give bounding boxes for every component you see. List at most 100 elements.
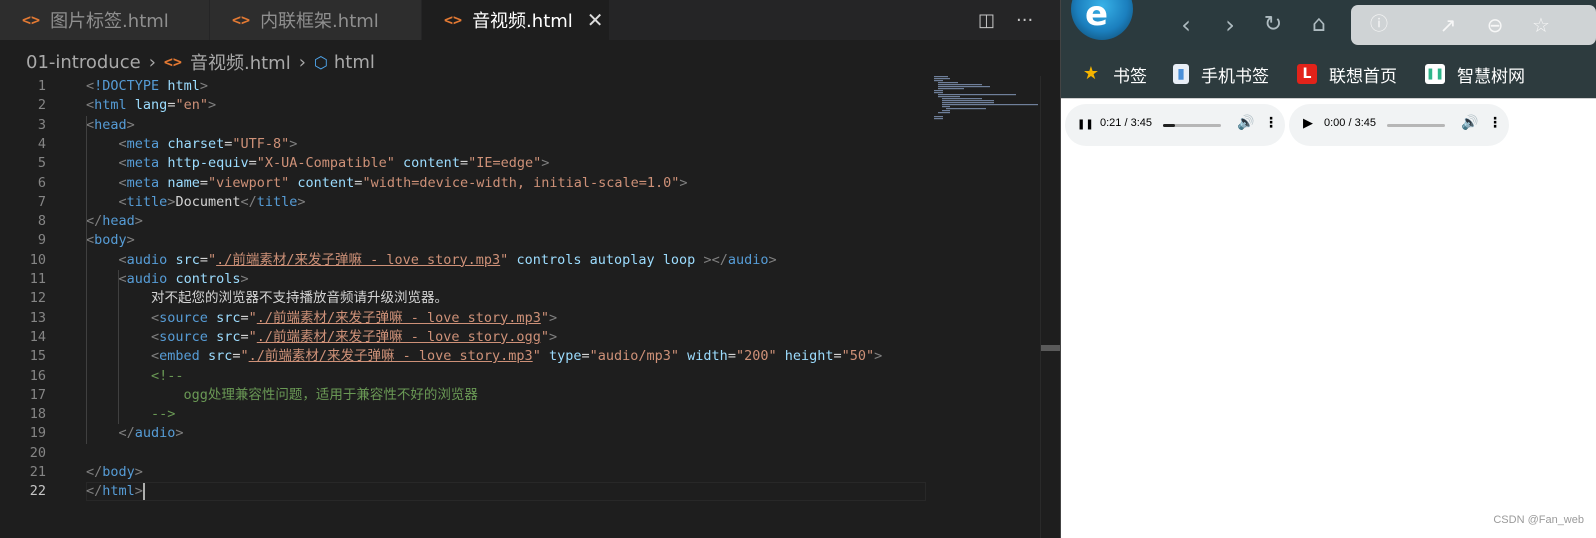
split-editor-icon[interactable]: ◫ [978,0,995,40]
home-icon[interactable]: ⌂ [1304,10,1334,40]
line-number: 13 [29,309,46,326]
code-line[interactable]: 2 <html lang="en"> [0,96,1040,115]
code-line[interactable]: 16 <!-- [0,367,1040,386]
line-text: <embed src="./前端素材/来发子弹嘛 - love story.mp… [151,348,883,365]
pause-icon[interactable]: ❚❚ [1077,119,1094,130]
more-options-icon[interactable]: ⋮ [1488,115,1502,131]
code-line[interactable]: 7 <title>Document</title> [0,193,1040,212]
line-number: 16 [29,367,46,384]
current-line-highlight [86,482,926,502]
breadcrumb: 01-introduce › <> 音视频.html › ⬡ html [26,48,375,76]
more-options-icon[interactable]: ⋮ [1264,115,1278,131]
tab-audio-video[interactable]: <> 音视频.html ✕ [422,0,610,40]
bookmark-item[interactable]: ▮ 手机书签 [1173,62,1269,87]
forward-icon[interactable]: › [1215,10,1245,40]
line-text: </html> [86,482,145,500]
vertical-scrollbar[interactable] [1040,76,1061,538]
html-file-icon: <> [444,11,463,29]
close-icon[interactable]: ✕ [587,8,604,32]
bookmark-item[interactable]: L 联想首页 [1297,62,1397,87]
line-text: <audio controls> [118,271,249,287]
line-text: <!-- [151,367,184,384]
bookmarks-bar: ★ 书签 ▮ 手机书签 L 联想首页 ❚❚ 智慧树网 [1061,50,1596,99]
line-text: <meta charset="UTF-8"> [118,135,298,152]
code-line[interactable]: 8 </head> [0,212,1040,231]
code-editor: <> 图片标签.html <> 内联框架.html <> 音视频.html ✕ … [0,0,1061,538]
minimap[interactable] [930,74,1040,124]
line-number: 14 [29,328,46,345]
lenovo-icon: L [1297,64,1317,84]
code-line[interactable]: 15 <embed src="./前端素材/来发子弹嘛 - love story… [0,347,1040,366]
tab-inline-frame[interactable]: <> 内联框架.html [210,0,422,40]
line-text: <title>Document</title> [118,193,306,210]
line-number: 3 [37,116,46,133]
favorite-star-icon[interactable]: ☆ [1529,13,1553,37]
bookmark-item[interactable]: ★ 书签 [1081,62,1147,87]
line-text: --> [151,406,176,423]
bookmark-label: 手机书签 [1201,66,1269,87]
code-line[interactable]: 6 <meta name="viewport" content="width=d… [0,174,1040,193]
browser-logo-icon[interactable]: e [1071,0,1133,40]
share-icon[interactable]: ↗ [1436,13,1460,37]
audio-progress-bar[interactable] [1163,124,1221,127]
audio-player[interactable]: ❚❚ 0:21 / 3:45 🔊 ⋮ [1065,104,1285,146]
line-number: 17 [29,386,46,403]
progress-fill [1163,124,1175,127]
address-bar[interactable]: ⓘ ↗ ⊖ ☆ [1351,5,1596,45]
line-text: <meta http-equiv="X-UA-Compatible" conte… [118,155,550,172]
breadcrumb-file[interactable]: 音视频.html [190,49,291,75]
breadcrumb-element[interactable]: html [334,52,375,73]
watermark: CSDN @Fan_web [1493,514,1584,526]
refresh-icon[interactable]: ↻ [1258,10,1288,40]
scrollbar-thumb[interactable] [1041,345,1060,351]
chevron-right-icon: › [298,51,306,73]
code-line[interactable]: 9 <body> [0,231,1040,250]
line-text: <source src="./前端素材/来发子弹嘛 - love story.o… [151,328,558,345]
line-number: 18 [29,406,46,423]
audio-player[interactable]: ▶ 0:00 / 3:45 🔊 ⋮ [1289,104,1509,146]
audio-time: 0:21 / 3:45 [1100,117,1152,129]
line-text: 对不起您的浏览器不支持播放音频请升级浏览器。 [86,290,449,307]
tab-image-tags[interactable]: <> 图片标签.html [0,0,210,40]
element-cube-icon: ⬡ [313,52,328,72]
code-line[interactable]: 5 <meta http-equiv="X-UA-Compatible" con… [0,154,1040,173]
code-line[interactable]: 12 对不起您的浏览器不支持播放音频请升级浏览器。 [0,289,1040,308]
code-line[interactable]: 4 <meta charset="UTF-8"> [0,135,1040,154]
volume-icon[interactable]: 🔊 [1461,115,1478,131]
browser-window: e ‹ › ↻ ⌂ ⓘ ↗ ⊖ ☆ ★ 书签 ▮ 手机书签 L 联想首页 ❚❚ … [1061,0,1596,538]
line-text: <meta name="viewport" content="width=dev… [118,174,688,191]
tab-label: 音视频.html [472,11,573,32]
more-actions-icon[interactable]: ··· [1016,0,1033,40]
code-line[interactable]: 18 --> [0,405,1040,424]
bookmark-label: 联想首页 [1329,66,1397,87]
chevron-right-icon: › [148,51,156,73]
breadcrumb-folder[interactable]: 01-introduce [26,52,141,73]
play-icon[interactable]: ▶ [1303,116,1313,131]
indent-guide [118,270,119,425]
code-line[interactable]: 13 <source src="./前端素材/来发子弹嘛 - love stor… [0,309,1040,328]
code-line[interactable]: 3 <head> [0,116,1040,135]
code-line[interactable]: 22 </html> [0,482,1040,502]
back-icon[interactable]: ‹ [1171,10,1201,40]
line-number: 19 [29,425,46,442]
code-line[interactable]: 11 <audio controls> [0,270,1040,289]
line-text: <head> [86,116,135,133]
line-number: 4 [37,135,46,152]
bookmark-item[interactable]: ❚❚ 智慧树网 [1425,62,1525,87]
line-text: <body> [86,232,135,249]
zoom-out-icon[interactable]: ⊖ [1483,13,1507,37]
volume-icon[interactable]: 🔊 [1237,115,1254,131]
code-line[interactable]: 10 <audio src="./前端素材/来发子弹嘛 - love story… [0,251,1040,270]
line-number: 21 [29,464,46,480]
code-line[interactable]: 1 <!DOCTYPE html> [0,77,1040,96]
info-icon[interactable]: ⓘ [1367,13,1391,37]
line-text: <!DOCTYPE html> [86,78,208,94]
code-line[interactable]: 17 ogg处理兼容性问题，适用于兼容性不好的浏览器 [0,386,1040,405]
code-line[interactable]: 20 [0,444,1040,463]
code-line[interactable]: 19 </audio> [0,424,1040,443]
audio-progress-bar[interactable] [1387,124,1445,127]
code-line[interactable]: 14 <source src="./前端素材/来发子弹嘛 - love stor… [0,328,1040,347]
line-text: <audio src="./前端素材/来发子弹嘛 - love story.mp… [118,251,777,268]
line-text: </audio> [118,425,184,442]
code-line[interactable]: 21 </body> [0,463,1040,482]
